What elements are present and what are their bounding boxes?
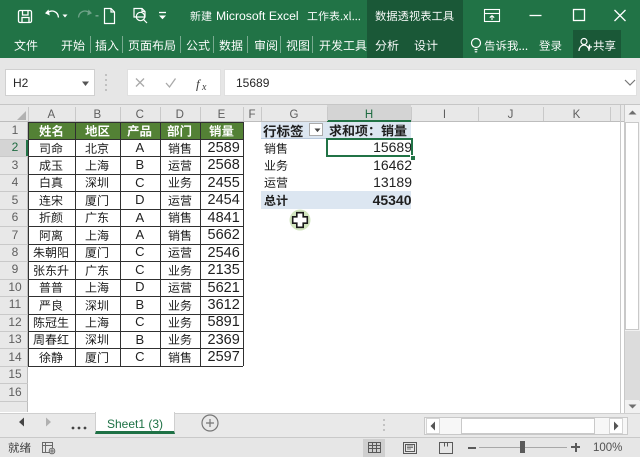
svg-text:x: x	[201, 82, 207, 93]
